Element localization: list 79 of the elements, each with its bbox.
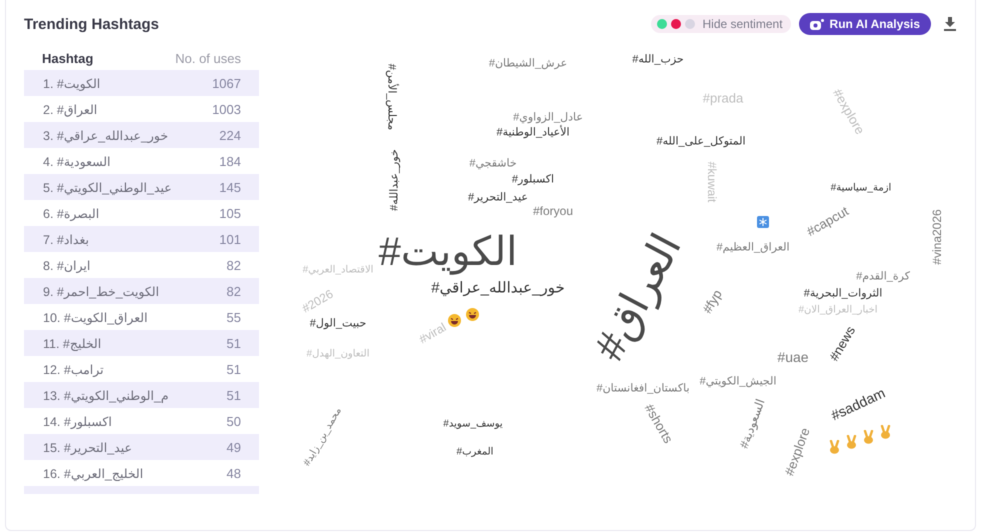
hashtag-cell: 11. #الخليج xyxy=(43,336,102,350)
count-cell: 51 xyxy=(226,336,241,350)
cloud-word: #الثروات_البحرية xyxy=(804,288,882,300)
cloud-word: #محمد_بن_زايد xyxy=(302,406,344,468)
cloud-word: #الجيش_الكويتي xyxy=(700,376,776,388)
count-cell: 82 xyxy=(226,284,241,298)
cloud-word: #السعودية xyxy=(738,397,768,451)
cloud-word: #العراق_العظيم xyxy=(716,242,790,254)
cloud-word: #ازمة_سياسية xyxy=(830,182,892,194)
count-cell: 82 xyxy=(226,258,241,272)
cloud-word: #خور_عبدالله xyxy=(388,149,402,211)
hashtag-cell: 6. #البصرة xyxy=(43,206,100,220)
cloud-word: #kuwait xyxy=(704,162,718,202)
cloud-word: #خور_عبدالله_عراقي xyxy=(431,279,565,297)
count-cell: 48 xyxy=(226,466,241,480)
cloud-word: #كرة_القدم xyxy=(856,270,910,284)
cloud-word: #عادل_الزواوي xyxy=(513,112,583,124)
cloud-word: #prada xyxy=(702,92,744,106)
count-cell: 49 xyxy=(226,440,241,454)
cloud-word: #حبيت_الول xyxy=(310,318,366,330)
peace-hand-icon xyxy=(845,435,858,449)
run-analysis-button[interactable]: Run AI Analysis xyxy=(798,13,931,35)
hashtag-cell: 16. #الخليج_العربي xyxy=(43,466,144,480)
hashtag-cell: 4. #السعودية xyxy=(43,154,111,168)
camera-icon xyxy=(810,18,824,30)
download-icon[interactable] xyxy=(943,17,957,31)
cloud-word: #المتوكل_على_الله xyxy=(656,136,746,148)
cloud-word: #عيد_التحرير xyxy=(468,192,528,204)
hashtag-cell: 15. #عيد_التحرير xyxy=(43,440,132,454)
cloud-word: #الكويت xyxy=(378,229,518,275)
cloud-word: #المغرب xyxy=(456,446,494,458)
panel-title: Trending Hashtags xyxy=(24,16,160,32)
count-cell: 105 xyxy=(219,206,241,220)
sentiment-toggle[interactable]: Hide sentiment xyxy=(651,15,791,33)
toggle-label: Hide sentiment xyxy=(702,17,783,31)
peace-hand-icon xyxy=(879,425,892,439)
hashtag-cell: 3. #خور_عبدالله_عراقي xyxy=(43,128,168,142)
hashtag-cell: 12. #ترامب xyxy=(43,362,104,376)
count-cell: 50 xyxy=(226,414,241,428)
cloud-word: #باكستان_افغانستان xyxy=(596,382,690,396)
cloud-word: #العراق xyxy=(584,226,691,368)
cloud-word: #عرش_الشيطان xyxy=(488,58,568,70)
column-header: No. of uses xyxy=(175,50,241,66)
count-cell: 145 xyxy=(219,180,241,194)
count-cell: 1003 xyxy=(212,102,241,116)
cloud-word: #يوسف_سويد xyxy=(443,418,503,430)
cloud-word: #الاقتصاد_العربي xyxy=(302,264,374,276)
peace-hand-icon xyxy=(828,440,841,454)
cloud-word: #خاشقجي xyxy=(469,158,517,170)
snowflake-icon xyxy=(757,216,769,228)
cloud-word: #اخبار_العراق_الان xyxy=(798,304,878,316)
laughing-emoji-icon xyxy=(466,308,479,321)
hashtag-cell: 13. #م_الوطني_الكويتي xyxy=(43,388,169,402)
count-cell: 55 xyxy=(226,310,241,324)
count-cell: 101 xyxy=(219,232,241,246)
hashtag-cell: 10. #العراق_الكويت xyxy=(43,310,148,324)
cloud-word: #حزب_الله xyxy=(632,54,684,66)
count-cell: 1067 xyxy=(212,76,241,90)
peace-hand-icon xyxy=(862,430,875,444)
hashtag-cell: 14. #اكسبلور xyxy=(43,414,112,428)
cloud-word: #مجلس_الأمن xyxy=(384,64,398,130)
cloud-word: #التعاون_الهدل xyxy=(306,348,370,360)
cloud-word: #اكسبلور xyxy=(512,174,554,186)
cloud-word: #الأعياد_الوطنية xyxy=(496,126,570,140)
count-cell: 184 xyxy=(219,154,241,168)
cloud-word: #uae xyxy=(777,348,809,366)
hashtag-cell: 1. #الكويت xyxy=(43,76,100,90)
hashtag-cell: 5. #عيد_الوطني_الكويتي xyxy=(43,180,172,194)
laughing-emoji-icon xyxy=(448,314,461,327)
count-cell: 224 xyxy=(219,128,241,142)
cloud-word: #vina2026 xyxy=(931,209,945,265)
count-cell: 51 xyxy=(226,362,241,376)
count-cell: 51 xyxy=(226,388,241,402)
column-header: Hashtag xyxy=(42,50,94,66)
hashtag-cell: 7. #بغداد xyxy=(43,232,89,246)
hashtag-cell: 2. #العراق xyxy=(43,102,98,116)
hashtag-cell: 9. #الكويت_خط_احمر xyxy=(43,284,160,298)
cloud-word: #foryou xyxy=(532,205,574,219)
hashtag-cell: 8. #ايران xyxy=(43,258,90,272)
